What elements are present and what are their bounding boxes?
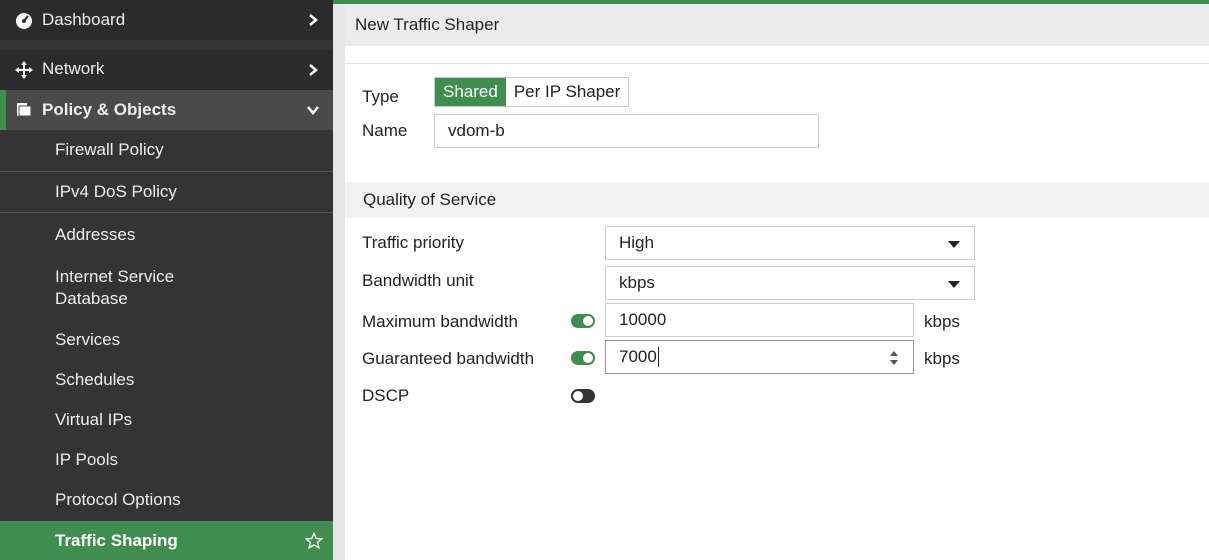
sidebar-subitem-label: Services xyxy=(55,330,121,349)
guaranteed-bandwidth-label: Guaranteed bandwidth xyxy=(362,349,535,368)
dashboard-icon xyxy=(14,10,34,30)
sidebar-subitem-services[interactable]: Services xyxy=(0,320,333,360)
traffic-priority-select[interactable]: High xyxy=(605,226,975,260)
sidebar-subitem-firewall-policy[interactable]: Firewall Policy xyxy=(0,130,333,170)
guaranteed-bandwidth-unit: kbps xyxy=(924,349,960,368)
chevron-right-icon xyxy=(309,64,318,76)
name-input[interactable]: vdom-b xyxy=(434,114,819,148)
guaranteed-bandwidth-toggle[interactable] xyxy=(571,351,595,365)
chevron-right-icon xyxy=(309,14,318,26)
sidebar-subitem-addresses[interactable]: Addresses xyxy=(0,215,333,255)
sidebar-subitem-label: Schedules xyxy=(55,370,135,389)
sidebar-subitem-protocol-options[interactable]: Protocol Options xyxy=(0,480,333,520)
sidebar-item-dashboard[interactable]: Dashboard xyxy=(0,0,333,40)
type-shared-button[interactable]: Shared xyxy=(435,78,506,106)
max-bandwidth-label: Maximum bandwidth xyxy=(362,312,518,331)
max-bandwidth-unit: kbps xyxy=(924,312,960,331)
sidebar-subitem-label: Internet Service Database xyxy=(55,267,175,308)
caret-down-icon xyxy=(948,241,960,248)
type-label: Type xyxy=(362,87,399,106)
input-value: 10000 xyxy=(619,310,667,329)
sidebar-subitem-label: Addresses xyxy=(55,225,136,244)
name-label: Name xyxy=(362,121,408,140)
guaranteed-bandwidth-input[interactable]: 7000 xyxy=(605,340,914,374)
name-input-value: vdom-b xyxy=(448,121,505,140)
sidebar-subitem-internet-service-database[interactable]: Internet Service Database xyxy=(0,260,333,316)
bandwidth-unit-label: Bandwidth unit xyxy=(362,271,474,290)
bandwidth-unit-select[interactable]: kbps xyxy=(605,266,975,300)
select-value: High xyxy=(619,233,654,252)
network-icon xyxy=(14,60,34,80)
chevron-down-icon xyxy=(307,106,319,115)
sidebar-item-label: Dashboard xyxy=(42,10,126,29)
text-cursor xyxy=(657,347,659,367)
sidebar-subitem-label: Protocol Options xyxy=(55,490,181,509)
sidebar-item-policy-objects[interactable]: Policy & Objects xyxy=(0,90,333,130)
sidebar-subitem-label: Firewall Policy xyxy=(55,140,164,159)
sidebar-subitem-traffic-shaping[interactable]: Traffic Shaping xyxy=(0,521,333,560)
type-per-ip-shaper-button[interactable]: Per IP Shaper xyxy=(506,78,628,106)
section-title: Quality of Service xyxy=(363,190,497,209)
page-header: New Traffic Shaper xyxy=(345,4,1209,46)
sidebar-subitem-virtual-ips[interactable]: Virtual IPs xyxy=(0,400,333,440)
sidebar: Dashboard Network Policy & Objects Firew… xyxy=(0,0,333,560)
max-bandwidth-input[interactable]: 10000 xyxy=(605,303,914,337)
policy-icon xyxy=(14,100,34,120)
max-bandwidth-toggle[interactable] xyxy=(571,314,595,328)
select-value: kbps xyxy=(619,273,655,292)
page-title: New Traffic Shaper xyxy=(355,15,500,34)
sidebar-subitem-label: IP Pools xyxy=(55,450,119,469)
sidebar-subitem-label: IPv4 DoS Policy xyxy=(55,182,177,201)
sidebar-item-network[interactable]: Network xyxy=(0,50,333,90)
caret-down-icon xyxy=(948,281,960,288)
spinner-icon[interactable] xyxy=(889,349,899,367)
sidebar-subitem-ip-pools[interactable]: IP Pools xyxy=(0,440,333,480)
input-value: 7000 xyxy=(619,347,657,366)
divider xyxy=(0,212,333,213)
sidebar-subitem-schedules[interactable]: Schedules xyxy=(0,360,333,400)
sidebar-subitem-ipv4-dos-policy[interactable]: IPv4 DoS Policy xyxy=(0,172,333,212)
qos-section-header: Quality of Service xyxy=(345,182,1209,218)
traffic-priority-label: Traffic priority xyxy=(362,233,465,252)
sidebar-subitem-label: Traffic Shaping xyxy=(55,530,178,550)
dscp-label: DSCP xyxy=(362,386,410,405)
sidebar-item-label: Policy & Objects xyxy=(42,100,177,119)
type-toggle-group: Shared Per IP Shaper xyxy=(434,77,630,107)
star-icon[interactable] xyxy=(305,531,323,550)
sidebar-subitem-label: Virtual IPs xyxy=(55,410,133,429)
dscp-toggle[interactable] xyxy=(571,389,595,403)
sidebar-item-label: Network xyxy=(42,59,105,78)
